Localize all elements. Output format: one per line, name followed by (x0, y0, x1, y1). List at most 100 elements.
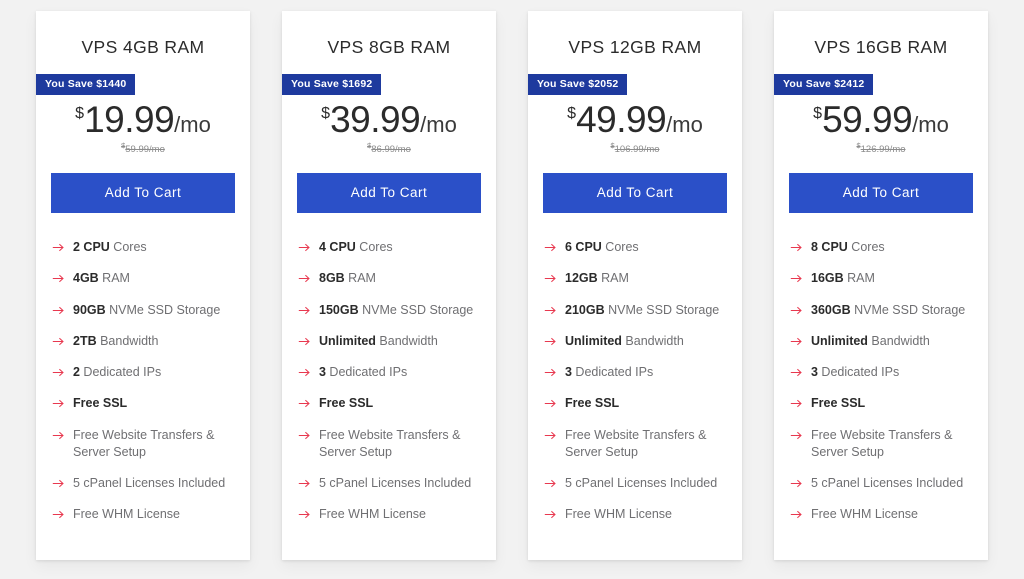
feature-list-item: 5 cPanel Licenses Included (52, 475, 234, 492)
feature-list-item: Free Website Transfers & Server Setup (298, 427, 480, 462)
arrow-right-icon (790, 304, 803, 317)
feature-rest: Free Website Transfers & Server Setup (811, 427, 953, 459)
original-price: $106.99/mo (528, 141, 742, 155)
add-to-cart-button[interactable]: Add To Cart (51, 173, 235, 213)
price-period: /mo (420, 112, 457, 137)
feature-list-item: Free SSL (790, 395, 972, 412)
pricing-plan-card-1: VPS 4GB RAM You Save $1440 $19.99/mo $59… (36, 11, 250, 560)
feature-rest: Cores (355, 240, 393, 254)
price-amount: 39.99 (330, 99, 421, 140)
price-period: /mo (174, 112, 211, 137)
feature-highlight: 2 (73, 365, 80, 379)
arrow-right-icon (544, 304, 557, 317)
feature-text: Free Website Transfers & Server Setup (811, 427, 972, 462)
plan-title: VPS 8GB RAM (327, 37, 451, 57)
feature-list-item: 4GB RAM (52, 270, 234, 287)
feature-text: 3 Dedicated IPs (565, 364, 726, 381)
feature-list-item: 210GB NVMe SSD Storage (544, 302, 726, 319)
savings-badge: You Save $1692 (282, 74, 382, 95)
feature-list-item: Unlimited Bandwidth (790, 333, 972, 350)
feature-rest: Cores (601, 240, 639, 254)
feature-rest: Dedicated IPs (817, 365, 900, 379)
feature-text: 3 Dedicated IPs (811, 364, 972, 381)
feature-rest: NVMe SSD Storage (604, 302, 720, 317)
original-price-amount: 59.99/mo (125, 144, 165, 155)
feature-text: Free Website Transfers & Server Setup (565, 427, 726, 462)
feature-text: Free Website Transfers & Server Setup (319, 427, 480, 462)
arrow-right-icon (298, 304, 311, 317)
feature-text: Free WHM License (811, 506, 972, 523)
arrow-right-icon (298, 397, 311, 410)
feature-rest: NVMe SSD Storage (105, 302, 221, 317)
price-amount: 19.99 (84, 99, 175, 140)
feature-list-item: 16GB RAM (790, 270, 972, 287)
feature-highlight: Free SSL (319, 396, 374, 411)
feature-rest: Bandwidth (867, 333, 930, 348)
feature-highlight: 2TB (73, 333, 97, 348)
price-currency-symbol: $ (813, 105, 823, 122)
original-price-amount: 106.99/mo (614, 144, 660, 155)
feature-text: Free SSL (319, 395, 480, 412)
feature-list-item: Free WHM License (52, 506, 234, 523)
feature-list-item: Free WHM License (544, 506, 726, 523)
feature-list-item: 2 Dedicated IPs (52, 364, 234, 381)
arrow-right-icon (790, 272, 803, 285)
feature-highlight: Free SSL (73, 396, 128, 411)
feature-highlight: 4GB (73, 271, 99, 286)
feature-rest: RAM (344, 271, 376, 286)
feature-highlight: 8GB (319, 271, 345, 286)
arrow-right-icon (544, 508, 557, 521)
add-to-cart-button[interactable]: Add To Cart (297, 173, 481, 213)
arrow-right-icon (52, 304, 65, 317)
feature-list-item: Free WHM License (298, 506, 480, 523)
feature-rest: Free WHM License (811, 507, 918, 522)
savings-badge: You Save $2412 (774, 74, 874, 95)
feature-rest: Free WHM License (319, 507, 426, 522)
feature-list-item: 150GB NVMe SSD Storage (298, 302, 480, 319)
plan-feature-list: 4 CPU Cores 8GB RAM 150GB NVMe SSD Stora… (282, 239, 496, 524)
feature-highlight: Unlimited (319, 333, 376, 348)
arrow-right-icon (544, 366, 557, 379)
add-to-cart-button[interactable]: Add To Cart (543, 173, 727, 213)
feature-text: Free Website Transfers & Server Setup (73, 427, 234, 462)
plan-title: VPS 4GB RAM (81, 37, 205, 57)
feature-list-item: Free WHM License (790, 506, 972, 523)
feature-rest: RAM (98, 271, 130, 286)
feature-list-item: Free Website Transfers & Server Setup (790, 427, 972, 462)
price-period: /mo (912, 112, 949, 137)
feature-list-item: 8 CPU Cores (790, 239, 972, 256)
feature-rest: Free WHM License (73, 507, 180, 522)
feature-list-item: 5 cPanel Licenses Included (544, 475, 726, 492)
arrow-right-icon (52, 272, 65, 285)
arrow-right-icon (544, 241, 557, 254)
feature-highlight: 4 CPU (319, 240, 356, 254)
add-to-cart-button[interactable]: Add To Cart (789, 173, 973, 213)
feature-highlight: Unlimited (565, 333, 622, 348)
price-currency-symbol: $ (567, 105, 577, 122)
feature-rest: Free Website Transfers & Server Setup (73, 427, 215, 459)
savings-badge: You Save $1440 (36, 74, 136, 95)
feature-list-item: Unlimited Bandwidth (544, 333, 726, 350)
feature-rest: Bandwidth (375, 333, 438, 348)
arrow-right-icon (544, 397, 557, 410)
plan-price: $39.99/mo (282, 101, 496, 138)
price-amount: 59.99 (822, 99, 913, 140)
feature-rest: Free WHM License (565, 507, 672, 522)
feature-text: 5 cPanel Licenses Included (811, 475, 972, 492)
plan-feature-list: 6 CPU Cores 12GB RAM 210GB NVMe SSD Stor… (528, 239, 742, 524)
arrow-right-icon (52, 241, 65, 254)
arrow-right-icon (298, 272, 311, 285)
feature-highlight: 210GB (565, 302, 605, 317)
feature-rest: Bandwidth (96, 333, 159, 348)
feature-list-item: 90GB NVMe SSD Storage (52, 302, 234, 319)
arrow-right-icon (544, 429, 557, 442)
feature-text: 5 cPanel Licenses Included (73, 475, 234, 492)
feature-text: 16GB RAM (811, 270, 972, 287)
savings-badge: You Save $2052 (528, 74, 628, 95)
arrow-right-icon (52, 477, 65, 490)
arrow-right-icon (52, 397, 65, 410)
original-price: $126.99/mo (774, 141, 988, 155)
arrow-right-icon (298, 477, 311, 490)
feature-text: 12GB RAM (565, 270, 726, 287)
arrow-right-icon (298, 508, 311, 521)
